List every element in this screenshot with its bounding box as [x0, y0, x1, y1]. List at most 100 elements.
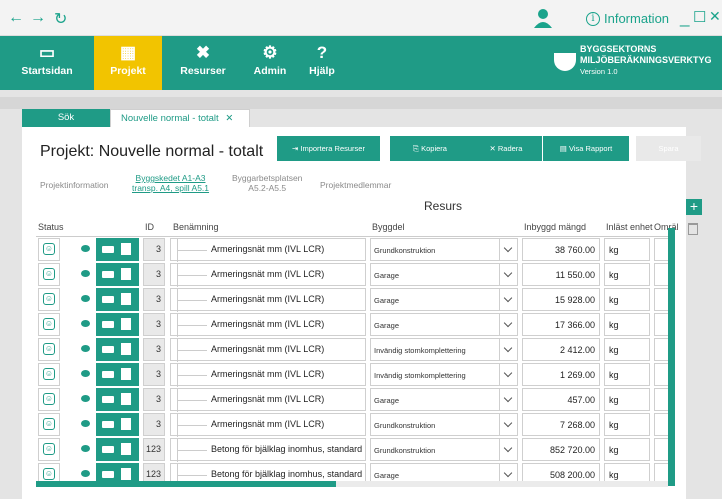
comment-icon[interactable] [81, 245, 90, 252]
tab-project[interactable]: Nouvelle normal - totalt ✕ [110, 109, 250, 127]
table-row[interactable]: ☺ 3 Armeringsnät mm (IVL LCR) Garage 15 … [36, 287, 668, 312]
comment-icon[interactable] [81, 370, 90, 377]
subtab-byggskedet[interactable]: Byggskedet A1-A3 transp. A4, spill A5.1 [132, 173, 209, 193]
status-cell[interactable]: ☺ [38, 238, 60, 261]
byggdel-select[interactable]: Garage [370, 313, 500, 336]
mangd-input[interactable]: 15 928.00 [522, 288, 600, 311]
byggdel-select[interactable]: Grundkonstruktion [370, 238, 500, 261]
byggdel-select[interactable]: Garage [370, 288, 500, 311]
status-cell[interactable]: ☺ [38, 463, 60, 481]
transport-calc-cell[interactable] [96, 388, 139, 411]
forward-icon[interactable]: → [30, 9, 46, 27]
name-cell[interactable]: Betong för bjälklag inomhus, standard [170, 438, 366, 462]
subtab-byggarbetsplatsen[interactable]: Byggarbetsplatsen A5.2-A5.5 [232, 173, 302, 193]
tab-sok[interactable]: Sök [22, 109, 110, 127]
transport-calc-cell[interactable] [96, 313, 139, 336]
comment-icon[interactable] [81, 395, 90, 402]
information-link[interactable]: Information [604, 11, 669, 26]
status-cell[interactable]: ☺ [38, 363, 60, 386]
table-row[interactable]: ☺ 3 Armeringsnät mm (IVL LCR) Invändig s… [36, 337, 668, 362]
col-name[interactable]: Benämning [173, 222, 219, 232]
col-id[interactable]: ID [145, 222, 154, 232]
byggdel-select[interactable]: Invändig stomkomplettering [370, 363, 500, 386]
comment-icon[interactable] [81, 470, 90, 477]
add-row-button[interactable]: + [686, 199, 702, 215]
delete-button[interactable]: ✕ Radera [470, 136, 542, 161]
nav-admin[interactable]: ⚙ Admin [245, 36, 295, 90]
status-cell[interactable]: ☺ [38, 413, 60, 436]
comment-icon[interactable] [81, 345, 90, 352]
close-icon[interactable]: ✕ [225, 113, 233, 124]
name-cell[interactable]: Armeringsnät mm (IVL LCR) [170, 388, 366, 412]
name-cell[interactable]: Betong för bjälklag inomhus, standard [170, 463, 366, 481]
mangd-input[interactable]: 7 268.00 [522, 413, 600, 436]
user-icon[interactable] [533, 8, 553, 28]
col-mangd[interactable]: Inbyggd mängd [524, 222, 586, 232]
copy-button[interactable]: ⎘ Kopiera [390, 136, 470, 161]
name-cell[interactable]: Armeringsnät mm (IVL LCR) [170, 363, 366, 387]
mangd-input[interactable]: 508 200.00 [522, 463, 600, 481]
chevron-down-icon[interactable] [500, 438, 518, 461]
chevron-down-icon[interactable] [500, 413, 518, 436]
transport-calc-cell[interactable] [96, 438, 139, 461]
name-cell[interactable]: Armeringsnät mm (IVL LCR) [170, 238, 366, 262]
col-enhet[interactable]: Inläst enhet [606, 222, 653, 232]
close-button[interactable]: ✕ [709, 8, 721, 25]
minimize-button[interactable]: _ [680, 8, 689, 28]
transport-calc-cell[interactable] [96, 288, 139, 311]
table-row[interactable]: ☺ 3 Armeringsnät mm (IVL LCR) Garage 11 … [36, 262, 668, 287]
chevron-down-icon[interactable] [500, 338, 518, 361]
table-row[interactable]: ☺ 3 Armeringsnät mm (IVL LCR) Grundkonst… [36, 412, 668, 437]
mangd-input[interactable]: 457.00 [522, 388, 600, 411]
name-cell[interactable]: Armeringsnät mm (IVL LCR) [170, 288, 366, 312]
chevron-down-icon[interactable] [500, 263, 518, 286]
col-status[interactable]: Status [38, 222, 64, 232]
subtab-projektmedlemmar[interactable]: Projektmedlemmar [320, 180, 391, 190]
col-byggdel[interactable]: Byggdel [372, 222, 405, 232]
mangd-input[interactable]: 1 269.00 [522, 363, 600, 386]
vertical-scrollbar[interactable] [668, 228, 675, 486]
table-row[interactable]: ☺ 3 Armeringsnät mm (IVL LCR) Garage 17 … [36, 312, 668, 337]
name-cell[interactable]: Armeringsnät mm (IVL LCR) [170, 413, 366, 437]
transport-calc-cell[interactable] [96, 463, 139, 481]
comment-icon[interactable] [81, 320, 90, 327]
name-cell[interactable]: Armeringsnät mm (IVL LCR) [170, 338, 366, 362]
byggdel-select[interactable]: Garage [370, 263, 500, 286]
comment-icon[interactable] [81, 270, 90, 277]
chevron-down-icon[interactable] [500, 313, 518, 336]
byggdel-select[interactable]: Garage [370, 388, 500, 411]
table-row[interactable]: ☺ 123 Betong för bjälklag inomhus, stand… [36, 437, 668, 462]
status-cell[interactable]: ☺ [38, 263, 60, 286]
chevron-down-icon[interactable] [500, 363, 518, 386]
byggdel-select[interactable]: Grundkonstruktion [370, 413, 500, 436]
transport-calc-cell[interactable] [96, 238, 139, 261]
back-icon[interactable]: ← [8, 9, 24, 27]
nav-projekt[interactable]: ▦ Projekt [94, 36, 162, 90]
mangd-input[interactable]: 11 550.00 [522, 263, 600, 286]
mangd-input[interactable]: 2 412.00 [522, 338, 600, 361]
chevron-down-icon[interactable] [500, 463, 518, 481]
comment-icon[interactable] [81, 445, 90, 452]
transport-calc-cell[interactable] [96, 338, 139, 361]
report-button[interactable]: ▤ Visa Rapport [543, 136, 629, 161]
name-cell[interactable]: Armeringsnät mm (IVL LCR) [170, 263, 366, 287]
mangd-input[interactable]: 17 366.00 [522, 313, 600, 336]
status-cell[interactable]: ☺ [38, 388, 60, 411]
table-row[interactable]: ☺ 3 Armeringsnät mm (IVL LCR) Grundkonst… [36, 237, 668, 262]
status-cell[interactable]: ☺ [38, 338, 60, 361]
nav-hjalp[interactable]: ? Hjälp [300, 36, 344, 90]
byggdel-select[interactable]: Grundkonstruktion [370, 438, 500, 461]
byggdel-select[interactable]: Invändig stomkomplettering [370, 338, 500, 361]
name-cell[interactable]: Armeringsnät mm (IVL LCR) [170, 313, 366, 337]
mangd-input[interactable]: 852 720.00 [522, 438, 600, 461]
save-button[interactable]: Spara [636, 136, 701, 161]
subtab-projektinformation[interactable]: Projektinformation [40, 180, 109, 190]
mangd-input[interactable]: 38 760.00 [522, 238, 600, 261]
status-cell[interactable]: ☺ [38, 313, 60, 336]
transport-calc-cell[interactable] [96, 363, 139, 386]
transport-calc-cell[interactable] [96, 263, 139, 286]
maximize-button[interactable]: ☐ [693, 8, 706, 26]
chevron-down-icon[interactable] [500, 288, 518, 311]
nav-startsidan[interactable]: ▭ Startsidan [0, 36, 94, 90]
chevron-down-icon[interactable] [500, 238, 518, 261]
